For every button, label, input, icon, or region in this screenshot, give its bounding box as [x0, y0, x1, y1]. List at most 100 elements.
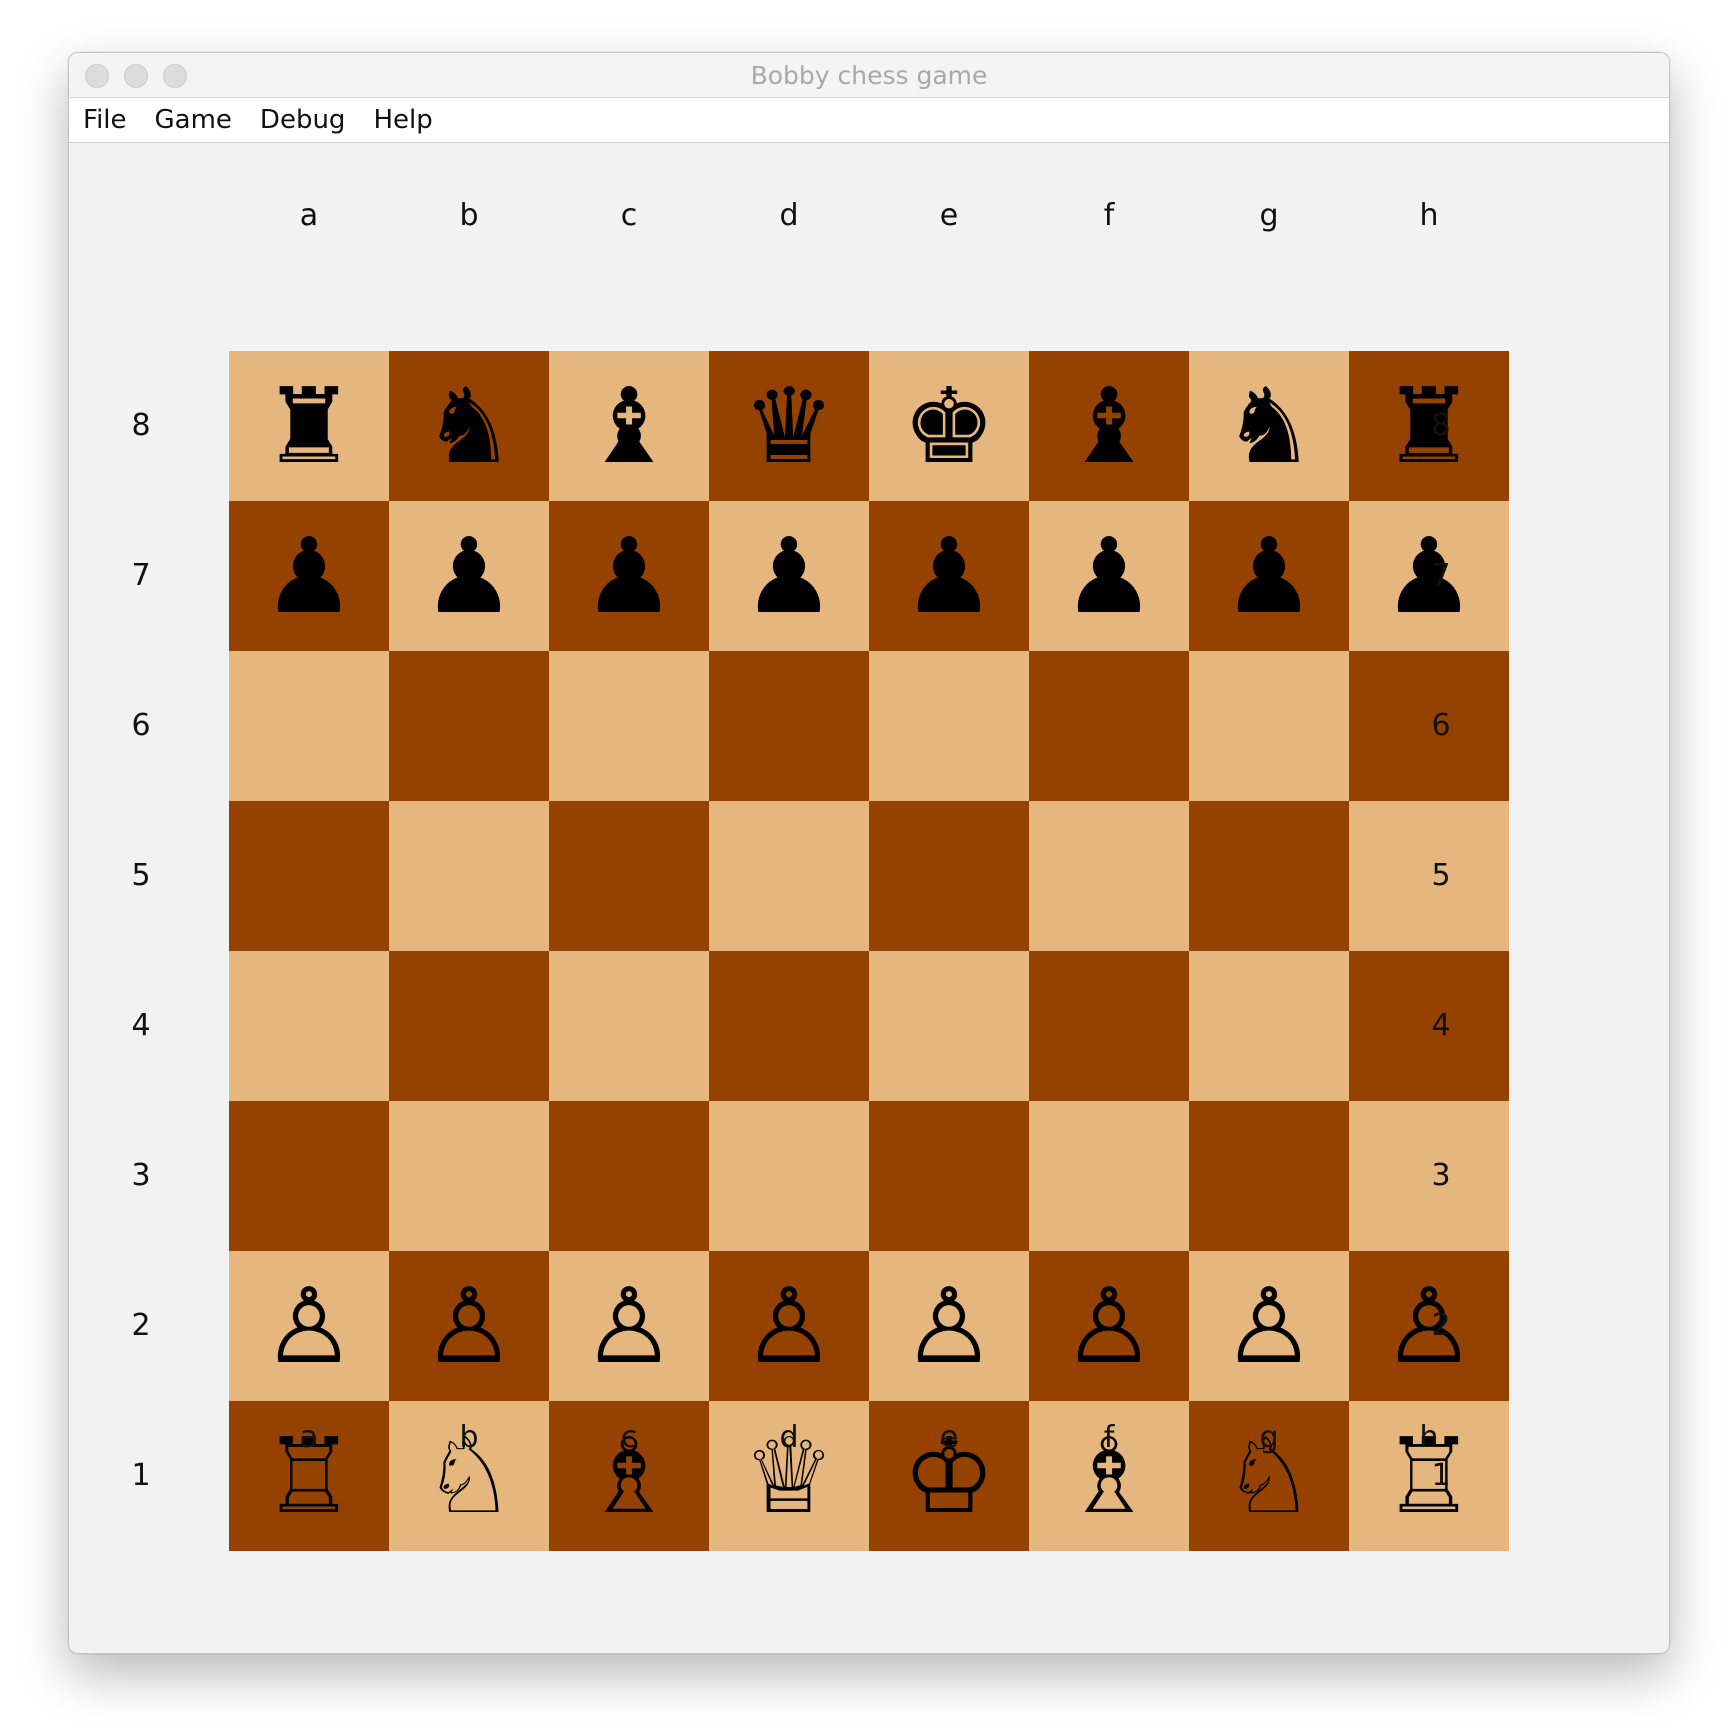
- rank-label-left-7: 7: [131, 558, 151, 593]
- file-label-bottom-b: b: [459, 1420, 479, 1455]
- square-c5[interactable]: [549, 801, 709, 951]
- square-b7[interactable]: ♟: [389, 501, 549, 651]
- rank-label-right-5: 5: [1431, 858, 1451, 893]
- square-d2[interactable]: ♙: [709, 1251, 869, 1401]
- square-c8[interactable]: ♝: [549, 351, 709, 501]
- square-c7[interactable]: ♟: [549, 501, 709, 651]
- minimize-window-button[interactable]: [124, 64, 148, 88]
- black-knight-icon[interactable]: ♞: [1222, 374, 1315, 478]
- square-g8[interactable]: ♞: [1189, 351, 1349, 501]
- rank-label-right-2: 2: [1431, 1308, 1451, 1343]
- black-bishop-icon[interactable]: ♝: [582, 374, 675, 478]
- black-pawn-icon[interactable]: ♟: [262, 524, 355, 628]
- square-b5[interactable]: [389, 801, 549, 951]
- rank-label-right-1: 1: [1431, 1458, 1451, 1493]
- square-e6[interactable]: [869, 651, 1029, 801]
- square-a5[interactable]: [229, 801, 389, 951]
- square-g7[interactable]: ♟: [1189, 501, 1349, 651]
- square-f2[interactable]: ♙: [1029, 1251, 1189, 1401]
- square-g4[interactable]: [1189, 951, 1349, 1101]
- white-pawn-icon[interactable]: ♙: [902, 1274, 995, 1378]
- square-c2[interactable]: ♙: [549, 1251, 709, 1401]
- square-e4[interactable]: [869, 951, 1029, 1101]
- square-f4[interactable]: [1029, 951, 1189, 1101]
- square-g6[interactable]: [1189, 651, 1349, 801]
- close-window-button[interactable]: [85, 64, 109, 88]
- zoom-window-button[interactable]: [163, 64, 187, 88]
- square-a8[interactable]: ♜: [229, 351, 389, 501]
- square-b3[interactable]: [389, 1101, 549, 1251]
- square-e5[interactable]: [869, 801, 1029, 951]
- black-pawn-icon[interactable]: ♟: [902, 524, 995, 628]
- square-a2[interactable]: ♙: [229, 1251, 389, 1401]
- white-pawn-icon[interactable]: ♙: [1062, 1274, 1155, 1378]
- rank-label-left-4: 4: [131, 1008, 151, 1043]
- white-pawn-icon[interactable]: ♙: [422, 1274, 515, 1378]
- square-a3[interactable]: [229, 1101, 389, 1251]
- white-pawn-icon[interactable]: ♙: [582, 1274, 675, 1378]
- square-d6[interactable]: [709, 651, 869, 801]
- square-f8[interactable]: ♝: [1029, 351, 1189, 501]
- square-c3[interactable]: [549, 1101, 709, 1251]
- black-pawn-icon[interactable]: ♟: [1062, 524, 1155, 628]
- square-a6[interactable]: [229, 651, 389, 801]
- square-e7[interactable]: ♟: [869, 501, 1029, 651]
- menu-file[interactable]: File: [83, 105, 127, 135]
- window-title: Bobby chess game: [750, 60, 988, 90]
- menu-debug[interactable]: Debug: [260, 105, 346, 135]
- app-window: Bobby chess game File Game Debug Help ♜ ♞…: [68, 52, 1670, 1654]
- square-b4[interactable]: [389, 951, 549, 1101]
- square-e8[interactable]: ♚: [869, 351, 1029, 501]
- square-b8[interactable]: ♞: [389, 351, 549, 501]
- black-bishop-icon[interactable]: ♝: [1062, 374, 1155, 478]
- rank-label-left-1: 1: [131, 1458, 151, 1493]
- menu-game[interactable]: Game: [155, 105, 232, 135]
- board-area: ♜ ♞ ♝ ♛ ♚ ♝ ♞ ♜ ♟ ♟ ♟ ♟ ♟ ♟ ♟ ♟ ♙ ♙ ♙ ♙ ♙ ♙ ♙ ♙ ♖ ♘ ♗ ♕ ♔ ♗ ♘ ♖ aabbccd…: [69, 143, 1669, 1653]
- white-pawn-icon[interactable]: ♙: [262, 1274, 355, 1378]
- white-pawn-icon[interactable]: ♙: [1222, 1274, 1315, 1378]
- file-label-top-e: e: [939, 198, 959, 233]
- black-king-icon[interactable]: ♚: [902, 374, 995, 478]
- menu-help[interactable]: Help: [373, 105, 432, 135]
- square-d5[interactable]: [709, 801, 869, 951]
- white-pawn-icon[interactable]: ♙: [742, 1274, 835, 1378]
- file-label-top-b: b: [459, 198, 479, 233]
- file-label-top-h: h: [1419, 198, 1439, 233]
- rank-label-left-6: 6: [131, 708, 151, 743]
- square-a4[interactable]: [229, 951, 389, 1101]
- square-b2[interactable]: ♙: [389, 1251, 549, 1401]
- square-d3[interactable]: [709, 1101, 869, 1251]
- square-b6[interactable]: [389, 651, 549, 801]
- file-label-bottom-e: e: [939, 1420, 959, 1455]
- black-rook-icon[interactable]: ♜: [262, 374, 355, 478]
- square-g5[interactable]: [1189, 801, 1349, 951]
- square-d8[interactable]: ♛: [709, 351, 869, 501]
- square-f5[interactable]: [1029, 801, 1189, 951]
- menu-bar: File Game Debug Help: [69, 97, 1669, 143]
- rank-label-left-3: 3: [131, 1158, 151, 1193]
- square-e2[interactable]: ♙: [869, 1251, 1029, 1401]
- square-f6[interactable]: [1029, 651, 1189, 801]
- file-label-top-f: f: [1103, 198, 1115, 233]
- square-f3[interactable]: [1029, 1101, 1189, 1251]
- black-pawn-icon[interactable]: ♟: [742, 524, 835, 628]
- square-c6[interactable]: [549, 651, 709, 801]
- rank-label-right-3: 3: [1431, 1158, 1451, 1193]
- square-c4[interactable]: [549, 951, 709, 1101]
- square-g2[interactable]: ♙: [1189, 1251, 1349, 1401]
- square-a7[interactable]: ♟: [229, 501, 389, 651]
- square-d7[interactable]: ♟: [709, 501, 869, 651]
- black-pawn-icon[interactable]: ♟: [582, 524, 675, 628]
- title-bar[interactable]: Bobby chess game: [69, 53, 1669, 97]
- square-e3[interactable]: [869, 1101, 1029, 1251]
- file-label-bottom-a: a: [299, 1420, 319, 1455]
- square-d4[interactable]: [709, 951, 869, 1101]
- black-pawn-icon[interactable]: ♟: [422, 524, 515, 628]
- black-knight-icon[interactable]: ♞: [422, 374, 515, 478]
- chess-board: ♜ ♞ ♝ ♛ ♚ ♝ ♞ ♜ ♟ ♟ ♟ ♟ ♟ ♟ ♟ ♟ ♙ ♙ ♙ ♙ ♙ ♙ ♙ ♙ ♖ ♘ ♗ ♕ ♔ ♗ ♘ ♖: [229, 351, 1509, 1551]
- square-g3[interactable]: [1189, 1101, 1349, 1251]
- file-label-top-a: a: [299, 198, 319, 233]
- black-queen-icon[interactable]: ♛: [742, 374, 835, 478]
- square-f7[interactable]: ♟: [1029, 501, 1189, 651]
- black-pawn-icon[interactable]: ♟: [1222, 524, 1315, 628]
